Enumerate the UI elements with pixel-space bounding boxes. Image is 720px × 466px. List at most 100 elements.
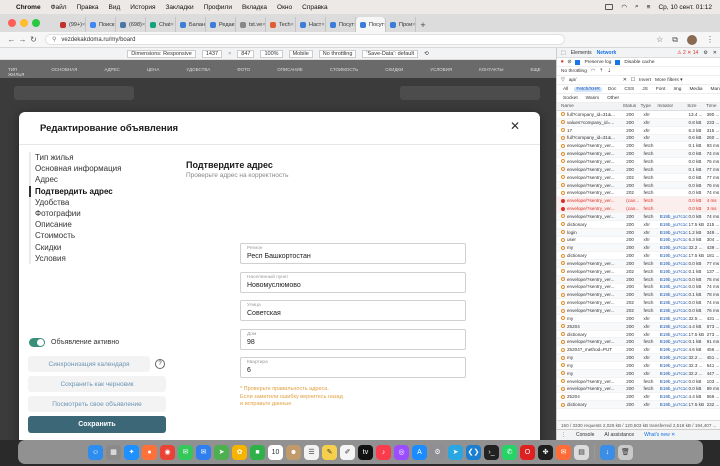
site-info-icon[interactable]: ⚲ xyxy=(52,36,56,43)
request-cell-i[interactable]: B19b_yu?c1c? xyxy=(660,402,689,407)
wifi-icon[interactable]: ◠ xyxy=(591,69,595,74)
browser-tab[interactable]: Chat × xyxy=(146,17,176,32)
step-item[interactable]: Условия xyxy=(31,253,169,264)
settings-icon[interactable]: ⚙ xyxy=(430,444,445,460)
type-filter-chip[interactable]: Fetch/XHR xyxy=(574,86,602,92)
minimize-window-icon[interactable] xyxy=(20,19,28,27)
maps-icon[interactable]: ➤ xyxy=(214,444,229,460)
request-row[interactable]: 25204?_method=PUT 200 xhr B19b_yu?c1c? 4.6 k… xyxy=(557,346,720,355)
request-row[interactable]: user 200 xhr B19b_yu?c1c? 6.3 kB 304 ... xyxy=(557,237,720,245)
request-row[interactable]: envelope/?sentry_ver... 200 fetch B19b_yu?c… xyxy=(557,260,720,268)
request-cell-i[interactable]: B19b_yu?c1c? xyxy=(660,292,689,297)
request-row[interactable]: envelope/?sentry_ver... 202 fetch B19b_yu?c… xyxy=(557,299,720,308)
close-icon[interactable]: ✕ xyxy=(510,120,520,132)
browser-tab[interactable]: Посут× xyxy=(356,17,386,32)
browser-tab[interactable]: tst.ve × xyxy=(236,17,266,32)
firefox-icon[interactable]: ● xyxy=(142,444,157,460)
notes-icon[interactable]: ✎ xyxy=(322,444,337,460)
address-field[interactable]: Регион Респ Башкортостан xyxy=(240,243,466,264)
request-row[interactable]: envelope/?sentry_ver... 200 fetch 0.0 kB 74 … xyxy=(557,150,720,159)
url-bar[interactable]: ⚲ vezdekakdoma.ru/my/board xyxy=(45,34,565,45)
menu-history[interactable]: История xyxy=(130,4,155,11)
drawer-tab-whats-new[interactable]: What's new ✕ xyxy=(644,432,675,438)
browser-tab[interactable]: Поcут× xyxy=(326,17,356,32)
preserve-log-checkbox[interactable] xyxy=(575,59,581,65)
zoom-select[interactable]: 100% xyxy=(260,49,283,58)
tab-close-icon[interactable]: × xyxy=(262,22,265,28)
request-cell-i[interactable]: B19b_yu?c1c? xyxy=(660,261,689,266)
request-row[interactable]: envelope/?sentry_ver... 202 fetch B19b_yu?c… xyxy=(557,307,720,315)
filter-input[interactable]: api/ xyxy=(569,78,619,83)
sync-calendar-button[interactable]: Синхронизация календаря xyxy=(28,356,150,372)
request-cell-i[interactable]: B19b_yu?c1c? xyxy=(660,284,689,289)
back-icon[interactable]: ← xyxy=(6,35,17,44)
menu-file[interactable]: Файл xyxy=(51,4,67,11)
menubar-clock[interactable]: Ср, 10 сент. 01:12 xyxy=(658,4,712,11)
request-row[interactable]: envelope/?sentry_ver... 200 fetch B19b_yu?c… xyxy=(557,284,720,292)
browser-tab[interactable]: Редак× xyxy=(206,17,236,32)
battery-icon[interactable] xyxy=(605,4,614,10)
request-cell-i[interactable]: B19b_yu?c1c? xyxy=(660,237,689,242)
request-cell-i[interactable]: B19b_yu?c1c? xyxy=(660,332,689,337)
save-data-select[interactable]: 'Save-Data': default xyxy=(362,49,419,58)
request-cell-i[interactable]: B19b_yu?c1c? xyxy=(660,269,689,274)
facetime-icon[interactable]: ■ xyxy=(250,444,265,460)
figma-icon[interactable]: ✤ xyxy=(538,444,553,460)
request-row[interactable]: envelope/?sentry_ver... 200 fetch 0.0 kB 76 … xyxy=(557,158,720,166)
step-item[interactable]: Основная информация xyxy=(31,163,169,174)
browser-tab[interactable]: Наст × xyxy=(296,17,326,32)
throttle-select[interactable]: No throttling xyxy=(318,49,357,58)
type-filter-chip[interactable]: Media xyxy=(687,87,704,92)
type-filter-chip[interactable]: All xyxy=(561,87,570,92)
request-row[interactable]: full?company_id=31&... 200 xhr 13.4 ... 390 … xyxy=(557,111,720,119)
devtools-tab-network[interactable]: Network xyxy=(597,50,617,56)
request-cell-i[interactable]: B19b_yu?c1c? xyxy=(660,347,689,352)
postman-icon[interactable]: ✉ xyxy=(556,444,571,460)
extensions-icon[interactable]: ⧉ xyxy=(672,35,678,45)
step-item[interactable]: Тип жилья xyxy=(31,152,169,163)
col-initiator[interactable]: Initiator xyxy=(657,104,687,109)
downloads-icon[interactable]: ↓ xyxy=(600,444,615,460)
close-window-icon[interactable] xyxy=(8,19,16,27)
request-row[interactable]: envelope/?sentry_ver... 200 fetch B19b_yu?c… xyxy=(557,338,720,347)
col-type[interactable]: Type xyxy=(641,104,658,109)
request-row[interactable]: envelope/?sentry_ver... 200 fetch 0.1 kB 77 … xyxy=(557,165,720,174)
request-row[interactable]: envelope/?sentry_ver... 202 fetch 0.0 kB 77 … xyxy=(557,174,720,182)
request-row[interactable]: 25204 200 xhr B19b_yu?c1c? 4.4 kB 673 ... xyxy=(557,322,720,331)
more-filters-button[interactable]: More filters ▾ xyxy=(655,78,682,83)
request-row[interactable]: full?company_id=31&... 200 xhr 0.6 kB 260 ..… xyxy=(557,134,720,143)
menu-help[interactable]: Справка xyxy=(302,4,328,11)
request-row[interactable]: dictionary 200 xhr B19b_yu?c1c? 17.5 kB 232 .… xyxy=(557,401,720,410)
request-cell-i[interactable]: B19b_yu?c1c? xyxy=(660,277,689,282)
upload-icon[interactable]: ⇡ xyxy=(599,69,603,74)
tab-close-icon[interactable]: × xyxy=(412,22,415,28)
finder-icon[interactable]: ☺ xyxy=(88,444,103,460)
clear-icon[interactable]: ⊘ xyxy=(567,60,571,65)
request-cell-i[interactable]: B19b_yu?c1c? xyxy=(660,245,689,250)
request-row[interactable]: dictionary 200 xhr B19b_yu?c1c? 17.5 kB 273 .… xyxy=(557,331,720,339)
request-row[interactable]: dictionary 200 xhr B19b_yu?c1c? 17.5 kB 181 .… xyxy=(557,252,720,261)
request-row[interactable]: my 200 xhr B19b_yu?c1c? 32.2 ... 451 ... xyxy=(557,354,720,362)
menu-app-name[interactable]: Chrome xyxy=(16,4,41,11)
request-row[interactable]: my 200 xhr B19b_yu?c1c? 32.5 ... 431 ... xyxy=(557,315,720,323)
search-icon[interactable]: ⌕ xyxy=(635,3,639,11)
calendar-icon[interactable]: 10 xyxy=(268,444,283,460)
request-cell-i[interactable]: B19b_yu?c1c? xyxy=(660,222,689,227)
type-filter-chip[interactable]: Doc xyxy=(606,87,619,92)
bookmark-star-icon[interactable]: ☆ xyxy=(656,35,663,44)
request-cell-i[interactable]: B19b_yu?c1c? xyxy=(660,230,689,235)
disable-cache-checkbox[interactable] xyxy=(615,59,621,65)
messages-icon[interactable]: ✉ xyxy=(178,444,193,460)
whatsapp-icon[interactable]: ✆ xyxy=(502,444,517,460)
appstore-icon[interactable]: A xyxy=(412,444,427,460)
browser-tab[interactable]: Поиск× xyxy=(86,17,116,32)
address-field[interactable]: Населенный пункт Новомуслюмово xyxy=(240,272,466,293)
request-row[interactable]: my 200 xhr B19b_yu?c1c? 32.2 ... 447 ... xyxy=(557,369,720,378)
request-row[interactable]: 17 200 xhr 6.3 kB 315 ... xyxy=(557,127,720,135)
devtools-settings-icon[interactable]: ⚙ xyxy=(703,50,707,56)
field-value[interactable]: Советская xyxy=(247,310,281,317)
step-item[interactable]: Подтвердить адрес xyxy=(29,185,169,197)
profile-avatar[interactable] xyxy=(687,34,697,45)
contacts-icon[interactable]: ☻ xyxy=(286,444,301,460)
browser-tab[interactable]: (698) × xyxy=(116,17,146,32)
